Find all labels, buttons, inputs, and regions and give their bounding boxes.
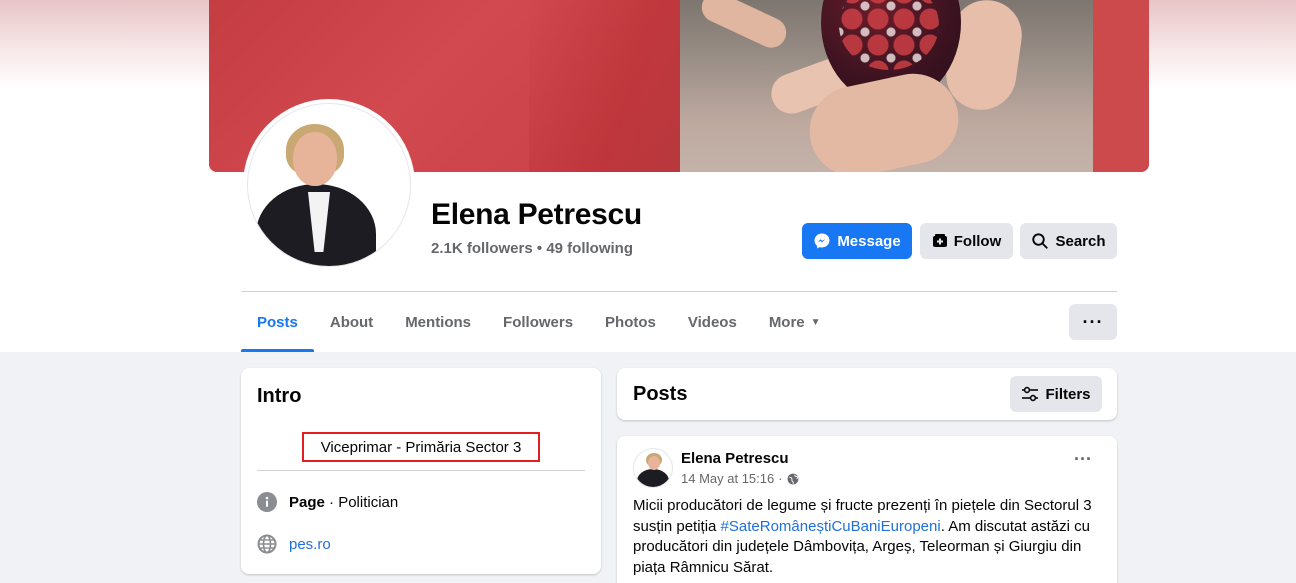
post-avatar-jacket	[637, 469, 669, 487]
posts-title: Posts	[633, 383, 688, 405]
tab-mentions-label: Mentions	[405, 313, 472, 331]
follow-label: Follow	[953, 232, 1002, 250]
follow-button[interactable]: Follow	[920, 223, 1013, 259]
globe-icon	[257, 534, 277, 554]
intro-category-label: Page	[289, 493, 325, 511]
intro-card: Intro Viceprimar - Primăria Sector 3 Pag…	[241, 368, 601, 574]
privacy-globe-icon	[787, 473, 798, 484]
post-author-avatar[interactable]	[633, 448, 673, 488]
message-label: Message	[837, 232, 901, 250]
info-icon	[257, 492, 277, 512]
intro-website-row: pes.ro	[257, 534, 331, 554]
tab-about-label: About	[329, 313, 374, 331]
messenger-icon	[814, 233, 830, 249]
post-hashtag-link[interactable]: #SateRomâneștiCuBaniEuropeni	[721, 518, 941, 535]
tab-mentions[interactable]: Mentions	[389, 292, 487, 352]
tab-about[interactable]: About	[314, 292, 389, 352]
tab-more[interactable]: More ▼	[753, 292, 837, 352]
search-button[interactable]: Search	[1020, 223, 1117, 259]
filters-icon	[1022, 386, 1039, 402]
intro-bio: Viceprimar - Primăria Sector 3	[302, 432, 540, 462]
post-meta: 14 May at 15:16 ·	[681, 471, 799, 486]
ellipsis-icon: ···	[1074, 449, 1092, 469]
tab-more-label: More	[768, 313, 805, 331]
tab-posts-label: Posts	[257, 313, 298, 331]
tab-followers[interactable]: Followers	[487, 292, 589, 352]
filters-button[interactable]: Filters	[1010, 376, 1102, 412]
post-meta-separator: ·	[778, 471, 783, 486]
intro-category-value: Politician	[338, 493, 399, 511]
avatar-face	[293, 132, 337, 186]
intro-category-row: Page · Politician	[257, 492, 398, 512]
filters-label: Filters	[1045, 385, 1091, 403]
post-author-name[interactable]: Elena Petrescu	[681, 450, 789, 467]
intro-category-separator: ·	[324, 493, 339, 511]
followers-count[interactable]: 2.1K followers	[431, 240, 533, 257]
tab-videos[interactable]: Videos	[672, 292, 753, 352]
message-button[interactable]: Message	[802, 223, 912, 259]
profile-tabs: Posts About Mentions Followers Photos Vi…	[241, 292, 837, 352]
tab-posts[interactable]: Posts	[241, 292, 314, 352]
posts-header-card: Posts Filters	[617, 368, 1117, 420]
page-stats: 2.1K followers • 49 following	[431, 240, 633, 257]
ellipsis-icon: ···	[1082, 311, 1104, 332]
tab-photos-label: Photos	[605, 313, 656, 331]
tab-followers-label: Followers	[503, 313, 574, 331]
post-options-button[interactable]: ···	[1069, 449, 1097, 472]
tab-videos-label: Videos	[687, 313, 737, 331]
tab-photos[interactable]: Photos	[589, 292, 672, 352]
follow-icon	[932, 234, 947, 247]
cover-red-strip	[1093, 0, 1149, 172]
cover-fabric-fold	[529, 0, 680, 172]
search-icon	[1032, 233, 1049, 249]
caret-down-icon: ▼	[810, 316, 821, 328]
intro-title: Intro	[257, 385, 302, 407]
website-link[interactable]: pes.ro	[289, 536, 331, 553]
post-avatar-face	[648, 456, 660, 470]
stats-separator: •	[536, 240, 543, 257]
profile-picture[interactable]	[243, 99, 415, 271]
intro-divider	[257, 470, 585, 471]
page-title: Elena Petrescu	[431, 198, 642, 231]
following-count[interactable]: 49 following	[546, 240, 633, 257]
post-timestamp[interactable]: 14 May at 15:16	[681, 471, 774, 486]
search-label: Search	[1055, 232, 1106, 250]
more-options-button[interactable]: ···	[1069, 304, 1117, 340]
post-card: Elena Petrescu 14 May at 15:16 · ··· Mic…	[617, 436, 1117, 583]
post-text: Micii producători de legume și fructe pr…	[633, 496, 1101, 578]
profile-picture-image	[247, 103, 411, 267]
